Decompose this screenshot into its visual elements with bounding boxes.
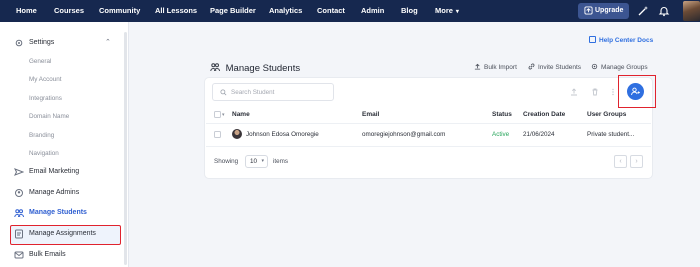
invite-students-button[interactable]: Invite Students <box>528 63 581 71</box>
upload-icon <box>474 63 481 70</box>
nav-home[interactable]: Home <box>16 0 37 22</box>
manage-groups-label: Manage Groups <box>601 64 648 71</box>
sidebar-item-label: Manage Students <box>29 209 87 216</box>
nav-community[interactable]: Community <box>99 0 140 22</box>
sidebar-item-label: Manage Assignments <box>29 230 96 237</box>
search-input[interactable] <box>231 86 329 99</box>
column-header-name[interactable]: Name <box>232 111 250 118</box>
nav-more[interactable]: More ▾ <box>435 0 459 22</box>
groups-icon <box>591 63 598 70</box>
manage-groups-button[interactable]: Manage Groups <box>591 63 648 71</box>
user-avatar[interactable] <box>683 1 700 21</box>
external-link-icon <box>589 36 596 43</box>
assignment-icon <box>15 229 23 239</box>
row-checkbox[interactable] <box>214 131 221 138</box>
bulk-email-icon <box>14 251 24 259</box>
nav-courses[interactable]: Courses <box>54 0 84 22</box>
cell-name[interactable]: Johnson Edosa Omoregie <box>246 131 319 138</box>
bell-icon[interactable] <box>658 5 670 17</box>
upgrade-label: Upgrade <box>595 7 624 14</box>
cell-user-groups: Private student... <box>587 131 635 138</box>
sidebar-item-manage-assignments[interactable]: Manage Assignments <box>0 224 124 244</box>
settings-sub-general[interactable]: General <box>29 55 51 69</box>
column-header-creation-date[interactable]: Creation Date <box>523 111 565 118</box>
nav-analytics[interactable]: Analytics <box>269 0 302 22</box>
column-header-user-groups[interactable]: User Groups <box>587 111 626 118</box>
nav-more-label: More <box>435 6 453 15</box>
chevron-down-icon: ▾ <box>261 158 264 164</box>
sidebar-item-email-marketing[interactable]: Email Marketing <box>0 162 124 182</box>
magic-wand-icon[interactable] <box>637 5 649 17</box>
email-icon <box>14 168 24 176</box>
settings-sub-domain-name[interactable]: Domain Name <box>29 110 69 124</box>
link-icon <box>528 63 535 70</box>
admin-gear-icon <box>15 189 23 197</box>
nav-admin[interactable]: Admin <box>361 0 384 22</box>
help-center-docs-link[interactable]: Help Center Docs <box>589 36 653 44</box>
page-title-text: Manage Students <box>225 63 301 74</box>
gear-icon <box>15 39 23 47</box>
next-page-button[interactable]: › <box>630 155 643 168</box>
invite-students-label: Invite Students <box>538 64 581 71</box>
help-link-label: Help Center Docs <box>599 37 654 44</box>
column-header-email[interactable]: Email <box>362 111 379 118</box>
settings-sub-navigation[interactable]: Navigation <box>29 147 59 161</box>
nav-page-builder[interactable]: Page Builder <box>210 0 256 22</box>
students-icon <box>14 209 24 218</box>
showing-label: Showing <box>214 158 239 165</box>
nav-all-lessons[interactable]: All Lessons <box>155 0 197 22</box>
chevron-up-icon[interactable]: ⌃ <box>105 33 111 53</box>
sidebar: Settings ⌃ General My Account Integratio… <box>0 22 129 267</box>
trash-icon[interactable] <box>591 88 599 96</box>
sidebar-item-settings[interactable]: Settings ⌃ <box>0 33 124 53</box>
nav-blog[interactable]: Blog <box>401 0 418 22</box>
sidebar-item-bulk-emails[interactable]: Bulk Emails <box>0 245 124 265</box>
settings-sub-branding[interactable]: Branding <box>29 129 54 143</box>
settings-sub-my-account[interactable]: My Account <box>29 73 62 87</box>
chevron-down-icon: ▾ <box>455 9 459 15</box>
export-icon[interactable] <box>570 88 578 96</box>
settings-sub-integrations[interactable]: Integrations <box>29 92 62 106</box>
upgrade-button[interactable]: Upgrade <box>578 3 629 19</box>
sort-caret-icon[interactable]: ▾ <box>222 112 225 118</box>
more-options-icon[interactable] <box>609 88 617 96</box>
previous-page-button[interactable]: ‹ <box>614 155 627 168</box>
row-divider <box>206 146 651 147</box>
top-navigation-bar: Home Courses Community All Lessons Page … <box>0 0 700 22</box>
bulk-import-button[interactable]: Bulk Import <box>474 63 517 71</box>
sidebar-scrollbar[interactable] <box>124 32 127 265</box>
cell-status: Active <box>492 131 510 138</box>
sidebar-item-label: Email Marketing <box>29 168 80 175</box>
students-icon <box>210 63 220 72</box>
sidebar-item-manage-admins[interactable]: Manage Admins <box>0 183 124 203</box>
nav-contact[interactable]: Contact <box>317 0 345 22</box>
page-title: Manage Students <box>210 62 300 74</box>
per-page-value: 10 <box>250 158 258 165</box>
select-all-checkbox[interactable] <box>214 111 221 118</box>
search-icon <box>220 89 227 96</box>
sidebar-item-label: Manage Admins <box>29 189 80 196</box>
cell-email: omoregiejohnson@gmail.com <box>362 131 446 138</box>
items-label: items <box>273 158 289 165</box>
per-page-select[interactable]: 10 ▾ <box>245 155 268 168</box>
add-student-button[interactable] <box>627 83 644 100</box>
sidebar-item-manage-students[interactable]: Manage Students <box>0 203 124 223</box>
student-avatar <box>232 129 242 139</box>
upgrade-icon <box>584 6 593 15</box>
cell-creation-date: 21/06/2024 <box>523 131 555 138</box>
bulk-import-label: Bulk Import <box>484 64 517 71</box>
column-header-status[interactable]: Status <box>492 111 512 118</box>
sidebar-item-label: Settings <box>29 39 55 46</box>
sidebar-item-label: Bulk Emails <box>29 251 66 258</box>
search-student-field[interactable] <box>212 83 334 101</box>
add-user-icon <box>631 87 640 96</box>
header-divider <box>206 123 651 124</box>
